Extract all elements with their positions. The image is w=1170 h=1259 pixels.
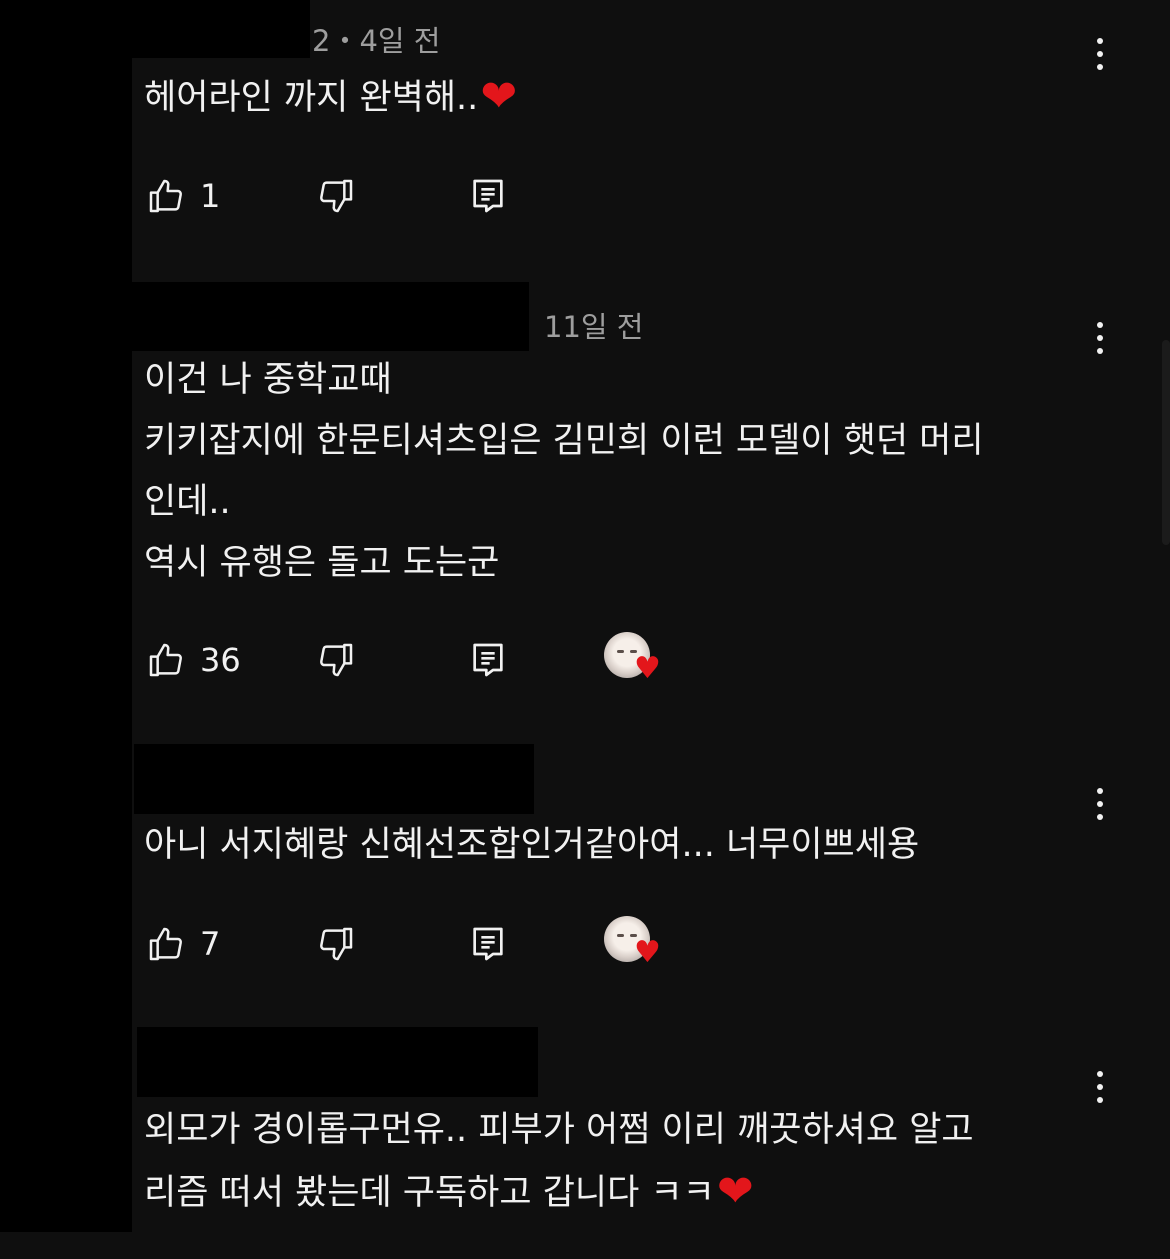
comment-line: 리즘 떠서 봤는데 구독하고 갑니다 ㅋㅋ❤ bbox=[144, 1166, 754, 1217]
like-button[interactable]: 1 bbox=[146, 174, 220, 218]
thumbs-down-icon bbox=[320, 179, 353, 213]
like-count: 36 bbox=[200, 641, 241, 679]
comment-timestamp: 11일 전 bbox=[544, 310, 644, 344]
creator-heart-icon: ♥ bbox=[634, 935, 661, 970]
thumbs-down-icon bbox=[320, 927, 353, 961]
reply-icon bbox=[473, 179, 503, 213]
thumbs-up-icon bbox=[149, 179, 182, 213]
reply-button[interactable] bbox=[468, 174, 508, 218]
comment-text: 외모가 경이롭구먼유.. 피부가 어쩜 이리 깨끗하셔요 알고 리즘 떠서 봤는… bbox=[144, 1100, 1104, 1224]
comment-line: 외모가 경이롭구먼유.. 피부가 어쩜 이리 깨끗하셔요 알고 bbox=[144, 1110, 974, 1150]
comment-timestamp: 2・4일 전 bbox=[312, 24, 441, 58]
reply-button[interactable] bbox=[468, 638, 508, 682]
dislike-button[interactable] bbox=[316, 638, 356, 682]
dislike-button[interactable] bbox=[316, 922, 356, 966]
like-count: 1 bbox=[200, 177, 221, 215]
scrollbar-thumb[interactable] bbox=[1162, 340, 1170, 545]
comment-actions: 36 ♥ bbox=[146, 632, 706, 684]
comment-line: 이건 나 중학교때 bbox=[144, 360, 392, 400]
comment-text: 아니 서지혜랑 신혜선조합인거같아여... 너무이쁘세용 bbox=[144, 815, 1104, 876]
creator-heart-badge: ♥ bbox=[604, 916, 668, 968]
heart-emoji: ❤ bbox=[716, 1166, 754, 1217]
comment-text: 헤어라인 까지 완벽해..❤ bbox=[144, 66, 1104, 129]
comment-line: 아니 서지혜랑 신혜선조합인거같아여... 너무이쁘세용 bbox=[144, 825, 920, 865]
like-button[interactable]: 7 bbox=[146, 922, 220, 966]
comment-text: 이건 나 중학교때 키키잡지에 한문티셔츠입은 김민희 이런 모델이 햇던 머리… bbox=[144, 350, 1104, 594]
thumbs-up-icon bbox=[149, 927, 182, 961]
reply-icon bbox=[473, 643, 503, 677]
comment-actions: 7 ♥ bbox=[146, 916, 706, 968]
redacted-username bbox=[137, 1027, 538, 1097]
comment-line: 역시 유행은 돌고 도는군 bbox=[144, 543, 500, 583]
redacted-username bbox=[132, 0, 310, 58]
thumbs-down-icon bbox=[320, 643, 353, 677]
redacted-username bbox=[132, 282, 529, 351]
comment-line: 키키잡지에 한문티셔츠입은 김민희 이런 모델이 햇던 머리 bbox=[144, 421, 984, 461]
comment-line: 헤어라인 까지 완벽해..❤ bbox=[144, 71, 518, 122]
like-button[interactable]: 36 bbox=[146, 638, 241, 682]
redacted-username bbox=[134, 744, 534, 814]
redacted-avatar-column bbox=[0, 0, 132, 1232]
comment-actions: 1 bbox=[146, 174, 706, 218]
reply-icon bbox=[473, 927, 503, 961]
heart-emoji: ❤ bbox=[480, 71, 518, 122]
creator-heart-icon: ♥ bbox=[634, 651, 661, 686]
comment-line: 인데.. bbox=[144, 482, 231, 522]
like-count: 7 bbox=[200, 925, 221, 963]
dislike-button[interactable] bbox=[316, 174, 356, 218]
creator-heart-badge: ♥ bbox=[604, 632, 668, 684]
reply-button[interactable] bbox=[468, 922, 508, 966]
thumbs-up-icon bbox=[149, 643, 182, 677]
